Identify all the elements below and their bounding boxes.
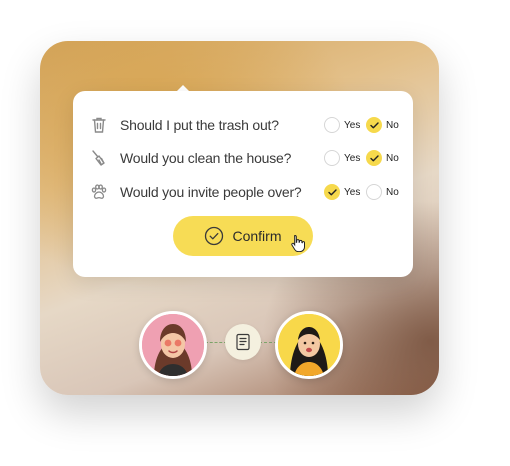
radio-no[interactable] bbox=[366, 184, 382, 200]
connector-line-left bbox=[205, 342, 227, 343]
confirm-label: Confirm bbox=[232, 228, 282, 244]
option-no[interactable]: No bbox=[366, 150, 399, 166]
check-icon bbox=[369, 121, 379, 128]
radio-yes-selected[interactable] bbox=[324, 184, 340, 200]
check-icon bbox=[369, 154, 379, 161]
option-no[interactable]: No bbox=[366, 117, 399, 133]
option-yes[interactable]: Yes bbox=[324, 150, 360, 166]
check-icon bbox=[327, 188, 337, 195]
avatar-woman-pink bbox=[142, 314, 204, 376]
radio-yes[interactable] bbox=[324, 150, 340, 166]
document-icon bbox=[236, 333, 250, 351]
broom-icon bbox=[88, 147, 110, 169]
check-circle-icon bbox=[205, 226, 224, 246]
hand-cursor-icon bbox=[290, 234, 306, 257]
document-button[interactable] bbox=[225, 324, 261, 360]
radio-yes[interactable] bbox=[324, 117, 340, 133]
question-card: Should I put the trash out? Yes No Would… bbox=[73, 91, 413, 277]
option-yes[interactable]: Yes bbox=[324, 117, 360, 133]
option-yes[interactable]: Yes bbox=[324, 184, 360, 200]
option-no[interactable]: No bbox=[366, 184, 399, 200]
avatar[interactable] bbox=[275, 311, 343, 379]
radio-no-selected[interactable] bbox=[366, 117, 382, 133]
trash-icon bbox=[88, 114, 110, 136]
avatar[interactable] bbox=[139, 311, 207, 379]
paw-icon bbox=[88, 181, 110, 203]
avatar-woman-yellow bbox=[278, 314, 340, 376]
radio-no-selected[interactable] bbox=[366, 150, 382, 166]
